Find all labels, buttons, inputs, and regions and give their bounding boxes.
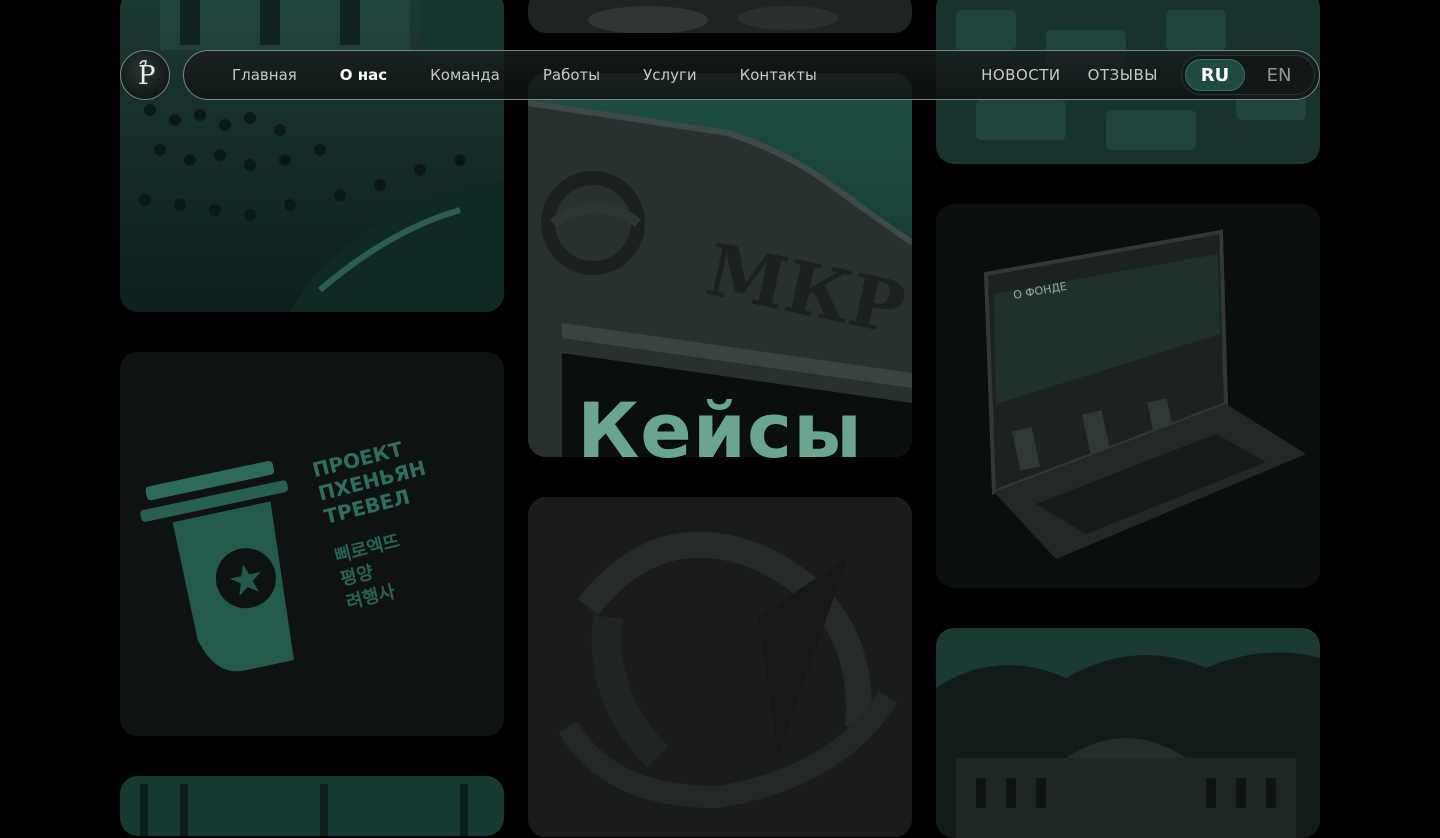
nav-link-reviews[interactable]: ОТЗЫВЫ <box>1088 66 1158 84</box>
nav-link-about[interactable]: О нас <box>340 66 387 84</box>
event-image <box>528 0 912 33</box>
page-title: Кейсы <box>577 386 863 475</box>
nav-secondary: НОВОСТИ ОТЗЫВЫ RU EN <box>981 55 1315 95</box>
palace-image <box>936 628 1320 838</box>
case-card-palace[interactable] <box>936 628 1320 838</box>
nav-link-contacts[interactable]: Контакты <box>740 66 817 84</box>
case-card-conference[interactable] <box>120 0 504 312</box>
nav-link-news[interactable]: НОВОСТИ <box>981 66 1061 84</box>
nav-link-services[interactable]: Услуги <box>643 66 696 84</box>
logo[interactable]: P <box>120 50 170 100</box>
lang-ru-button[interactable]: RU <box>1185 59 1245 91</box>
case-card-building-bottom[interactable] <box>120 776 504 836</box>
nav-links: Главная О нас Команда Работы Услуги Конт… <box>232 66 860 84</box>
building-image <box>120 776 504 836</box>
language-switcher: RU EN <box>1181 55 1315 95</box>
horse-letter-logo-icon: P <box>138 60 156 91</box>
nav-link-works[interactable]: Работы <box>543 66 600 84</box>
lang-en-button[interactable]: EN <box>1249 59 1309 91</box>
logo-letter: P <box>138 61 156 91</box>
nav-link-team[interactable]: Команда <box>430 66 500 84</box>
case-card-event-top[interactable] <box>528 0 912 33</box>
emblem-image <box>528 497 912 837</box>
case-card-emblem[interactable] <box>528 497 912 837</box>
conference-hall-image <box>120 0 504 312</box>
nav-link-home[interactable]: Главная <box>232 66 297 84</box>
main-navigation: Главная О нас Команда Работы Услуги Конт… <box>183 50 1320 100</box>
